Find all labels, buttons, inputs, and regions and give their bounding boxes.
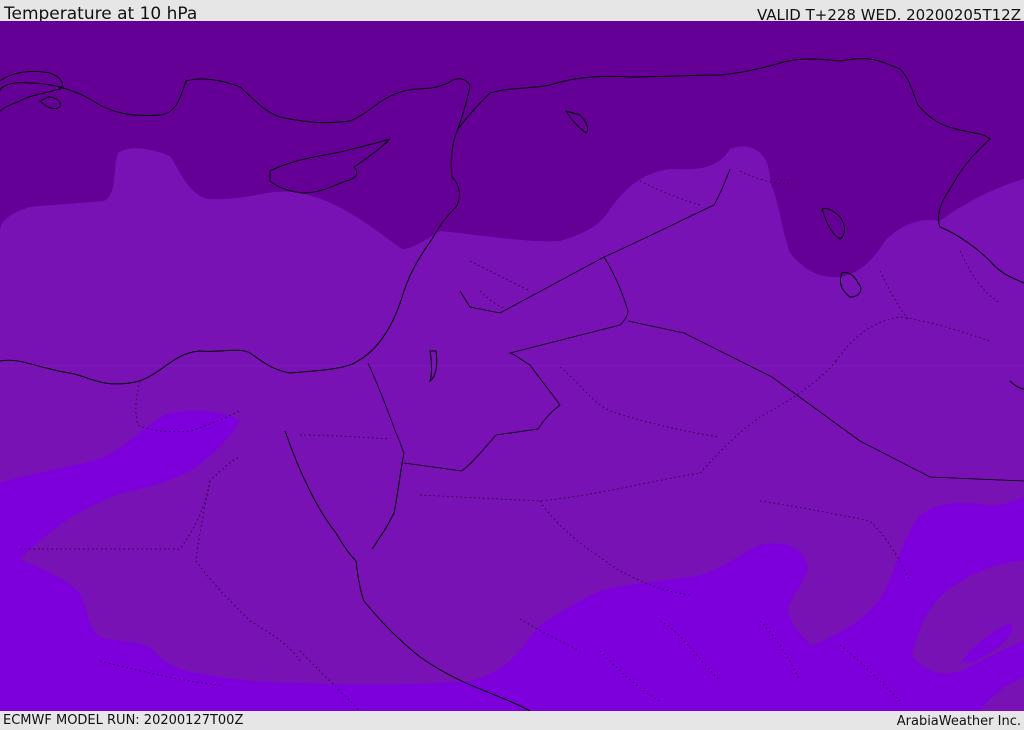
weather-map[interactable] xyxy=(0,21,1024,711)
model-run-label: ECMWF MODEL RUN: 20200127T00Z xyxy=(3,713,244,728)
brand-credit: ArabiaWeather Inc. xyxy=(896,714,1021,729)
header-bar: Temperature at 10 hPa VALID T+228 WED. 2… xyxy=(0,0,1024,24)
map-canvas xyxy=(0,21,1024,711)
footer-bar: ECMWF MODEL RUN: 20200127T00Z ArabiaWeat… xyxy=(0,711,1024,729)
